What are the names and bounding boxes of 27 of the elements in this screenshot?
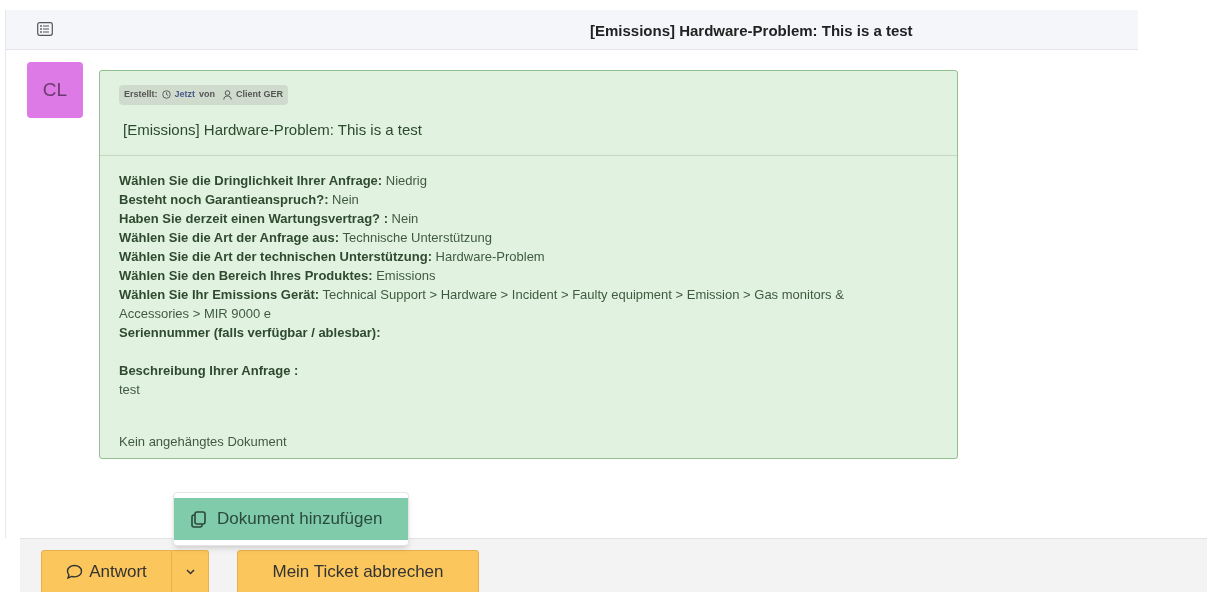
user-icon bbox=[223, 89, 233, 100]
list-icon[interactable] bbox=[37, 22, 53, 36]
field-value: test bbox=[119, 381, 141, 399]
ticket-title: [Emissions] Hardware-Problem: This is a test bbox=[590, 21, 913, 41]
field-line: Wählen Sie den Bereich Ihres Produktes: Emissions bbox=[119, 267, 437, 285]
chevron-down-icon bbox=[185, 569, 195, 575]
avatar: CL bbox=[27, 62, 83, 118]
created-label: Erstellt: bbox=[124, 88, 158, 101]
field-label: Beschreibung Ihrer Anfrage : bbox=[119, 362, 300, 380]
menu-item[interactable]: Dokument hinzufügen bbox=[174, 498, 408, 540]
field-line: Wählen Sie die Art der Anfrage aus: Technische Unterstützung bbox=[119, 229, 494, 247]
field-line: Wählen Sie Ihr Emissions Gerät: Technical Support > Hardware > Incident > Faulty equipment > Emission > Gas monitors & Accessories > MIR 9000 e bbox=[119, 286, 845, 323]
cancel-ticket-button[interactable]: Mein Ticket abbrechen bbox=[237, 550, 479, 592]
field-line: Haben Sie derzeit einen Wartungsvertrag? : Nein bbox=[119, 210, 420, 228]
created-time: Jetzt bbox=[174, 88, 196, 101]
clock-icon bbox=[161, 90, 171, 100]
message-subject: [Emissions] Hardware-Problem: This is a test bbox=[123, 119, 423, 140]
speech-bubble-icon bbox=[66, 564, 84, 580]
attachment-note: Kein angehängtes Dokument bbox=[119, 433, 288, 451]
copy-icon bbox=[191, 510, 206, 528]
field-line: Besteht noch Garantieanspruch?: Nein bbox=[119, 191, 360, 209]
field-line: Seriennummer (falls verfügbar / ablesbar): bbox=[119, 324, 382, 342]
field-line: Wählen Sie die Art der technischen Unterstützung: Hardware-Problem bbox=[119, 248, 546, 266]
reply-button[interactable]: Antwort bbox=[41, 550, 172, 592]
author-name: Client GER bbox=[236, 88, 284, 101]
field-line: Wählen Sie die Dringlichkeit Ihrer Anfrage: Niedrig bbox=[119, 172, 428, 190]
by-label: von bbox=[199, 88, 216, 101]
